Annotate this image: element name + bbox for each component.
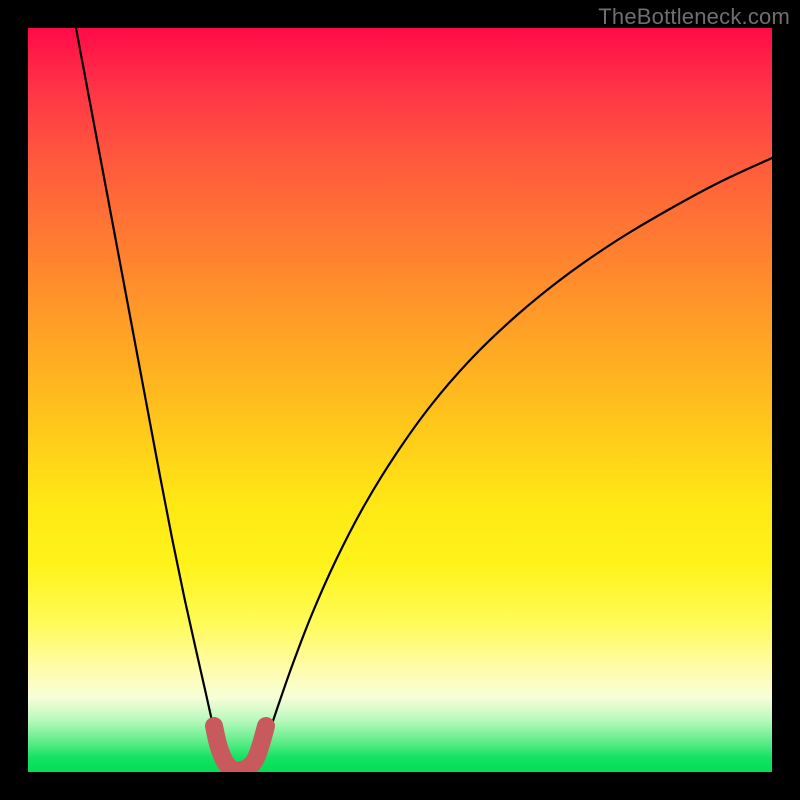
plot-area — [28, 28, 772, 772]
chart-svg — [28, 28, 772, 772]
highlight-u — [214, 726, 266, 771]
curve-right-branch — [256, 158, 772, 769]
watermark-text: TheBottleneck.com — [598, 4, 790, 30]
curve-left-branch — [76, 28, 225, 769]
